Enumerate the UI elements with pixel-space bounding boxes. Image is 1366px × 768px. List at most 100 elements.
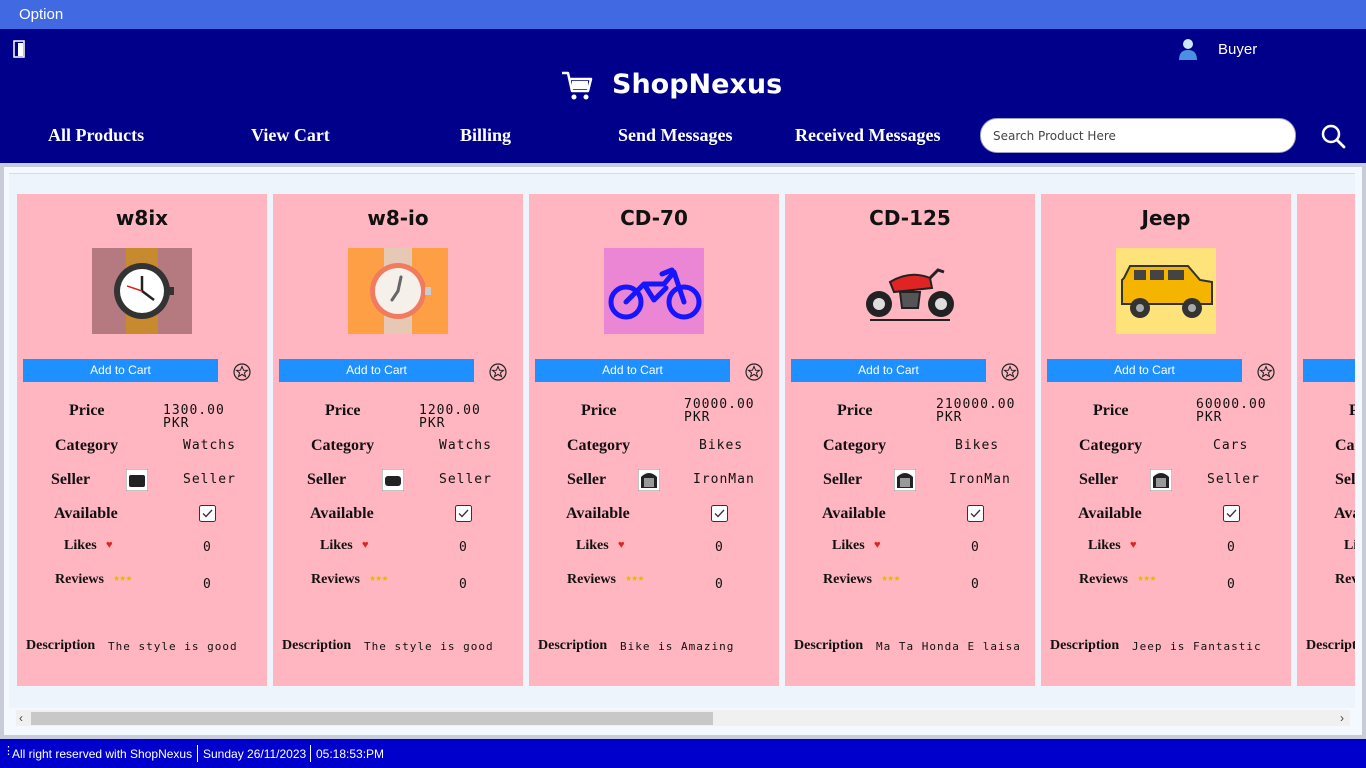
seller-avatar (126, 469, 148, 491)
description-value: Ma Ta Honda E laisa (876, 640, 1021, 653)
product-card: w8-io Add to Cart Price 1200.00 PKR Cate… (273, 194, 523, 686)
user-role: Buyer (1218, 41, 1258, 58)
option-menu[interactable]: Option (19, 6, 63, 23)
description-value: The style is good (108, 640, 238, 653)
price-label: Price (581, 402, 617, 419)
stars-icon: ★★★ (1137, 574, 1156, 583)
dirt-bike-icon (604, 248, 704, 334)
price-label: Price (69, 402, 105, 419)
available-label: Available (1078, 505, 1142, 522)
seller-label: Seller (1335, 471, 1355, 488)
logout-icon[interactable] (13, 40, 25, 58)
likes-value: 0 (715, 540, 724, 555)
likes-label: Likes (1344, 538, 1355, 553)
add-to-cart-button[interactable]: Add to Cart (1047, 359, 1242, 382)
price-value: 1200.00 PKR (419, 403, 481, 431)
add-to-cart-button[interactable]: Add to Cart (535, 359, 730, 382)
heart-icon: ♥ (1130, 539, 1137, 551)
likes-label: Likes (1088, 538, 1121, 553)
price-label: Price (1349, 402, 1355, 420)
product-name: Jeep (1141, 206, 1191, 230)
product-list[interactable]: w8ix Add to Cart Price 1300.00 PKR Categ… (9, 173, 1355, 708)
price-label: Price (837, 402, 873, 419)
nav-send-messages[interactable]: Send Messages (618, 125, 733, 146)
likes-label: Likes (576, 538, 609, 553)
horizontal-scrollbar[interactable]: ‹ › (16, 710, 1350, 726)
status-date: Sunday 26/11/2023 (203, 747, 307, 761)
stars-icon: ★★★ (625, 574, 644, 583)
scroll-right-icon[interactable]: › (1340, 711, 1344, 725)
seller-value: Seller (183, 472, 236, 487)
status-time: 05:18:53:PM (316, 747, 385, 761)
content-area: w8ix Add to Cart Price 1300.00 PKR Categ… (4, 167, 1362, 735)
add-to-cart-button[interactable]: Add to Cart (23, 359, 218, 382)
star-favorite-icon[interactable] (1256, 362, 1276, 382)
star-favorite-icon[interactable] (744, 362, 764, 382)
star-favorite-icon[interactable] (1000, 362, 1020, 382)
category-label: Category (311, 437, 375, 454)
available-label: Available (54, 505, 118, 522)
status-divider (310, 745, 311, 762)
nav-all-products[interactable]: All Products (48, 125, 144, 146)
star-favorite-icon[interactable] (488, 362, 508, 382)
reviews-label: Reviews (1335, 572, 1355, 587)
likes-value: 0 (1227, 540, 1236, 555)
search-icon[interactable] (1320, 123, 1346, 149)
category-value: Bikes (699, 438, 744, 453)
category-label: Category (567, 437, 631, 454)
available-checkbox[interactable] (199, 505, 216, 522)
product-card: CD-70 Add to Cart Price 70000.00 PKR Cat… (529, 194, 779, 686)
seller-label: Seller (307, 471, 347, 488)
available-checkbox[interactable] (967, 505, 984, 522)
reviews-label: Reviews (567, 572, 616, 587)
product-card: CD-125 Add to Cart Price 210000.00 PKR C… (785, 194, 1035, 686)
likes-value: 0 (459, 540, 468, 555)
watch-light-icon (348, 248, 448, 334)
likes-label: Likes (64, 538, 97, 553)
add-to-cart-button[interactable]: Add to Cart (1303, 359, 1355, 382)
stars-icon: ★★★ (881, 574, 900, 583)
available-checkbox[interactable] (711, 505, 728, 522)
reviews-label: Reviews (311, 572, 360, 587)
nav-received-messages[interactable]: Received Messages (795, 125, 940, 146)
motorcycle-icon (866, 268, 954, 321)
seller-value: Seller (1207, 472, 1260, 487)
nav-view-cart[interactable]: View Cart (251, 125, 330, 146)
price-value: 1300.00 PKR (163, 403, 225, 431)
category-value: Bikes (955, 438, 1000, 453)
product-card: Add to Cart Price Category Seller Availa… (1297, 194, 1355, 686)
price-label: Price (325, 402, 361, 419)
available-checkbox[interactable] (1223, 505, 1240, 522)
seller-avatar (1150, 469, 1172, 491)
price-value: 70000.00 PKR (684, 397, 755, 425)
description-value: Jeep is Fantastic (1132, 640, 1262, 653)
description-label: Description (538, 638, 608, 653)
price-value: 60000.00 PKR (1196, 397, 1267, 425)
seller-label: Seller (567, 471, 607, 488)
product-card: w8ix Add to Cart Price 1300.00 PKR Categ… (17, 194, 267, 686)
nav-billing[interactable]: Billing (460, 125, 511, 146)
seller-label: Seller (823, 471, 863, 488)
reviews-value: 0 (459, 577, 468, 592)
available-checkbox[interactable] (455, 505, 472, 522)
likes-label: Likes (832, 538, 865, 553)
description-label: Description (1306, 638, 1355, 653)
watch-dark-icon (92, 248, 192, 334)
reviews-value: 0 (715, 577, 724, 592)
add-to-cart-button[interactable]: Add to Cart (279, 359, 474, 382)
reviews-label: Reviews (1079, 572, 1128, 587)
category-label: Category (823, 437, 887, 454)
scrollbar-thumb[interactable] (31, 712, 713, 725)
product-card: Jeep Add to Cart Price 60000.00 PKR Cate… (1041, 194, 1291, 686)
seller-value: Seller (439, 472, 492, 487)
heart-icon: ♥ (618, 539, 625, 551)
description-label: Description (794, 638, 864, 653)
copyright-text: All right reserved with ShopNexus (12, 747, 193, 761)
star-favorite-icon[interactable] (232, 362, 252, 382)
search-input[interactable] (980, 118, 1296, 153)
add-to-cart-button[interactable]: Add to Cart (791, 359, 986, 382)
scroll-left-icon[interactable]: ‹ (19, 711, 23, 725)
seller-label: Seller (1079, 471, 1119, 488)
user-icon (1179, 39, 1197, 60)
jeep-icon (1116, 248, 1216, 334)
